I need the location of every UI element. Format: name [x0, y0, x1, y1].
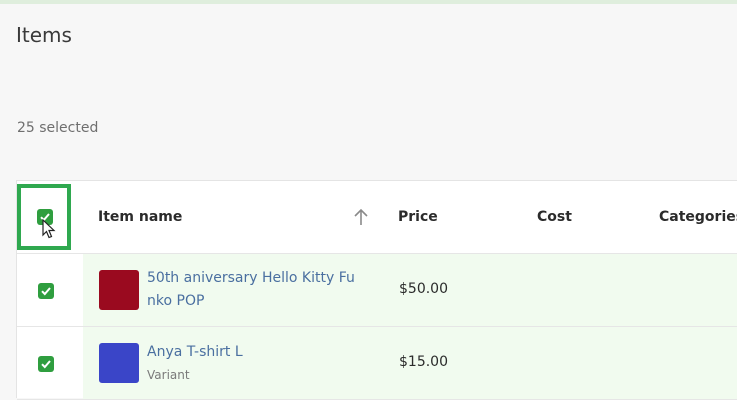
- item-thumbnail: [99, 343, 139, 383]
- row-checkbox[interactable]: [38, 356, 54, 372]
- item-thumbnail: [99, 270, 139, 310]
- item-name-link[interactable]: 50th aniversary Hello Kitty Fu nko POP: [147, 267, 367, 313]
- table-row[interactable]: 50th aniversary Hello Kitty Fu nko POP $…: [17, 254, 737, 327]
- item-name-line: 50th aniversary Hello Kitty Fu: [147, 270, 355, 286]
- column-header-item-name[interactable]: Item name: [98, 209, 182, 225]
- top-accent-bar: [0, 0, 737, 4]
- table-header-row: Item name Price Cost Categories: [17, 181, 737, 254]
- item-price: $15.00: [399, 354, 448, 370]
- item-variant-label: Variant: [147, 368, 190, 382]
- column-header-price[interactable]: Price: [398, 209, 438, 225]
- select-all-focus-outline: [17, 184, 71, 250]
- item-price: $50.00: [399, 281, 448, 297]
- selected-count-label: 25 selected: [17, 120, 99, 136]
- checkmark-icon: [41, 360, 51, 369]
- column-header-categories[interactable]: Categories: [659, 209, 737, 225]
- arrow-up-icon[interactable]: [353, 208, 369, 226]
- table-row[interactable]: Anya T-shirt L Variant $15.00: [17, 327, 737, 400]
- checkmark-icon: [41, 287, 51, 296]
- mouse-pointer-icon: [42, 219, 56, 239]
- page-title: Items: [16, 23, 72, 47]
- row-checkbox[interactable]: [38, 283, 54, 299]
- item-name-line: nko POP: [147, 293, 205, 309]
- items-table: Item name Price Cost Categories 50th ani…: [16, 180, 737, 400]
- column-header-cost[interactable]: Cost: [537, 209, 572, 225]
- item-name-link[interactable]: Anya T-shirt L: [147, 341, 367, 364]
